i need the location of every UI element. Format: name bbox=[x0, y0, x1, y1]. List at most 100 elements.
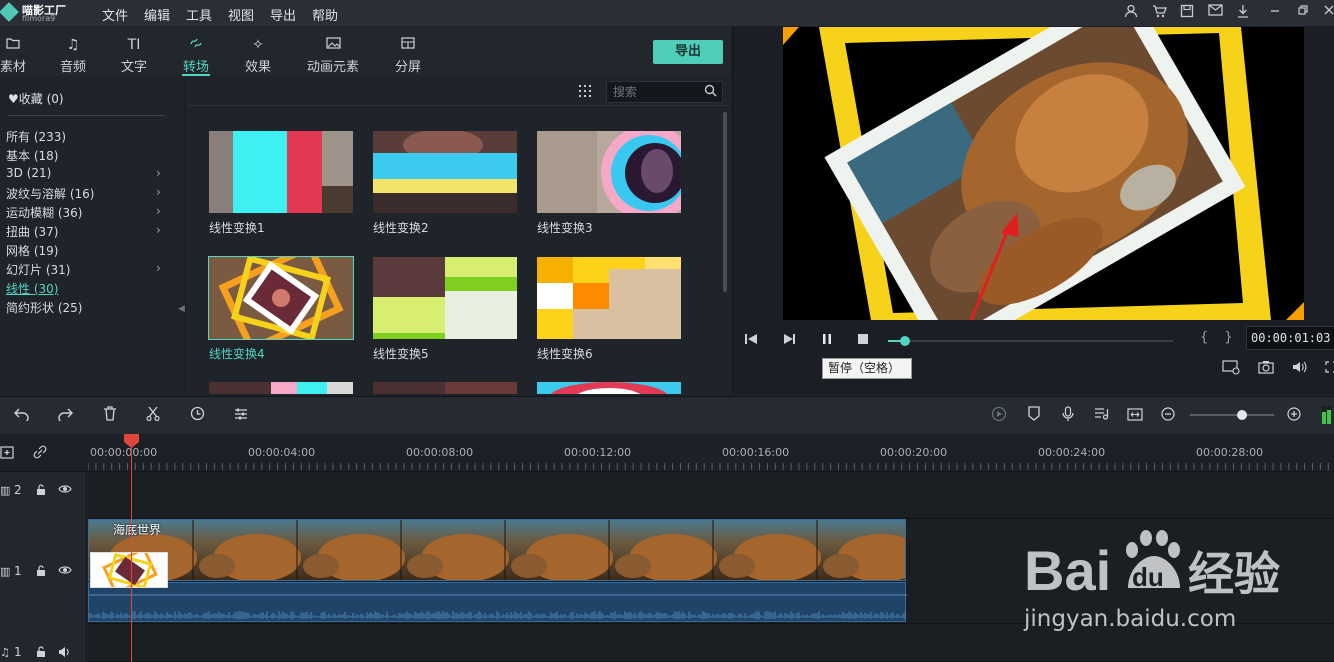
speed-icon[interactable] bbox=[187, 406, 207, 426]
category-item[interactable]: 3D (21) bbox=[6, 166, 51, 180]
export-button[interactable]: 导出 bbox=[653, 40, 723, 64]
transition-label[interactable]: 线性变换2 bbox=[373, 219, 429, 236]
fit-timeline-icon[interactable] bbox=[1125, 406, 1145, 426]
minimize-icon[interactable] bbox=[1266, 4, 1284, 22]
menu-help[interactable]: 帮助 bbox=[312, 5, 338, 24]
marker-icon[interactable] bbox=[1024, 406, 1044, 426]
prev-frame-icon[interactable] bbox=[744, 332, 758, 350]
video-clip[interactable] bbox=[88, 519, 906, 581]
category-item[interactable]: 基本 (18) bbox=[6, 147, 58, 164]
tab-effects[interactable]: ✧ 效果 bbox=[240, 26, 276, 76]
speaker-icon[interactable] bbox=[58, 646, 72, 661]
search-input[interactable] bbox=[613, 84, 701, 100]
category-item[interactable]: 波纹与溶解 (16) bbox=[6, 185, 94, 202]
progress-handle[interactable] bbox=[900, 336, 910, 346]
microphone-icon[interactable] bbox=[1058, 406, 1078, 426]
transition-label[interactable]: 线性变换3 bbox=[537, 219, 593, 236]
transition-label-active[interactable]: 线性变换4 bbox=[209, 345, 265, 362]
delete-icon[interactable] bbox=[100, 406, 120, 426]
track-video-2[interactable] bbox=[88, 472, 1334, 519]
menu-edit[interactable]: 编辑 bbox=[144, 5, 170, 24]
zoom-slider-track[interactable] bbox=[1190, 414, 1274, 416]
mail-icon[interactable] bbox=[1206, 4, 1224, 22]
pause-icon[interactable] bbox=[820, 332, 834, 350]
fullscreen-icon[interactable] bbox=[1322, 360, 1334, 376]
volume-icon[interactable] bbox=[1291, 360, 1309, 376]
zoom-in-icon[interactable] bbox=[1284, 406, 1304, 426]
transition-label[interactable]: 线性变换1 bbox=[209, 219, 265, 236]
progress-track[interactable] bbox=[888, 340, 1173, 342]
restore-icon[interactable] bbox=[1294, 4, 1312, 22]
cut-icon[interactable] bbox=[143, 406, 163, 426]
stop-icon[interactable] bbox=[856, 332, 870, 350]
transition-thumb-5[interactable] bbox=[373, 257, 517, 339]
tab-elements[interactable]: 动画元素 bbox=[304, 26, 362, 76]
favorites-item[interactable]: ♥收藏 (0) bbox=[8, 90, 64, 107]
transition-thumb-4[interactable] bbox=[208, 256, 354, 340]
lock-icon[interactable] bbox=[36, 565, 46, 580]
menu-view[interactable]: 视图 bbox=[228, 5, 254, 24]
eye-icon[interactable] bbox=[58, 484, 72, 497]
search-box[interactable] bbox=[606, 81, 723, 103]
collapse-panel-icon[interactable]: ◀ bbox=[178, 304, 185, 314]
tab-split-screen[interactable]: 分屏 bbox=[390, 26, 426, 76]
category-item[interactable]: 运动模糊 (36) bbox=[6, 204, 82, 221]
eye-icon[interactable] bbox=[58, 565, 72, 578]
zoom-slider-handle[interactable] bbox=[1237, 410, 1247, 420]
adjust-icon[interactable] bbox=[231, 406, 251, 426]
search-icon[interactable] bbox=[704, 84, 718, 98]
chevron-right-icon[interactable]: › bbox=[156, 185, 161, 199]
category-item[interactable]: 扭曲 (37) bbox=[6, 223, 58, 240]
tab-audio-label: 音频 bbox=[59, 60, 86, 75]
tab-media[interactable]: 素材 bbox=[0, 26, 30, 76]
transition-thumb-7[interactable] bbox=[209, 382, 353, 394]
transition-thumb-8[interactable] bbox=[373, 382, 517, 394]
download-icon[interactable] bbox=[1234, 4, 1252, 22]
transition-thumb-6[interactable] bbox=[537, 257, 681, 339]
category-item[interactable]: 简约形状 (25) bbox=[6, 299, 82, 316]
menu-tools[interactable]: 工具 bbox=[186, 5, 212, 24]
mark-in-out-icon[interactable]: { } bbox=[1200, 330, 1239, 345]
user-icon[interactable] bbox=[1122, 4, 1140, 22]
playhead-handle[interactable] bbox=[124, 434, 139, 448]
playhead-line[interactable] bbox=[131, 446, 132, 662]
lock-icon[interactable] bbox=[36, 484, 46, 499]
transition-thumb-1[interactable] bbox=[209, 131, 353, 213]
transition-thumb-9[interactable] bbox=[537, 382, 681, 394]
chevron-right-icon[interactable]: › bbox=[156, 261, 161, 275]
transition-thumb-2[interactable] bbox=[373, 131, 517, 213]
menu-export[interactable]: 导出 bbox=[270, 5, 296, 24]
undo-icon[interactable] bbox=[12, 406, 32, 426]
add-track-icon[interactable] bbox=[0, 444, 16, 463]
link-icon[interactable] bbox=[32, 444, 48, 463]
menu-file[interactable]: 文件 bbox=[102, 5, 128, 24]
tab-text[interactable]: TI 文字 bbox=[116, 26, 152, 76]
zoom-out-icon[interactable] bbox=[1158, 406, 1178, 426]
cart-icon[interactable] bbox=[1150, 4, 1168, 22]
tab-transitions[interactable]: 转场 bbox=[176, 26, 216, 76]
chevron-right-icon[interactable]: › bbox=[156, 204, 161, 218]
grid-view-icon[interactable] bbox=[578, 84, 592, 98]
redo-icon[interactable] bbox=[55, 406, 75, 426]
transition-label[interactable]: 线性变换5 bbox=[373, 345, 429, 362]
chevron-right-icon[interactable]: › bbox=[156, 166, 161, 180]
transition-thumb-3[interactable] bbox=[537, 131, 681, 213]
lock-icon[interactable] bbox=[36, 646, 46, 661]
transition-on-timeline[interactable] bbox=[90, 552, 168, 588]
category-item[interactable]: 网格 (19) bbox=[6, 242, 58, 259]
close-icon[interactable] bbox=[1320, 4, 1334, 22]
render-preview-icon[interactable] bbox=[989, 406, 1009, 426]
audio-clip[interactable] bbox=[88, 582, 907, 622]
next-frame-icon[interactable] bbox=[782, 332, 796, 350]
transition-label[interactable]: 线性变换6 bbox=[537, 345, 593, 362]
grid-scrollbar[interactable] bbox=[723, 112, 727, 292]
display-settings-icon[interactable] bbox=[1222, 360, 1240, 376]
tab-audio[interactable]: ♫ 音频 bbox=[55, 26, 91, 76]
save-icon[interactable] bbox=[1178, 4, 1196, 22]
category-item[interactable]: 幻灯片 (31) bbox=[6, 261, 70, 278]
audio-mixer-icon[interactable] bbox=[1091, 406, 1111, 426]
category-item-active[interactable]: 线性 (30) bbox=[6, 280, 58, 297]
category-item[interactable]: 所有 (233) bbox=[6, 128, 66, 145]
chevron-right-icon[interactable]: › bbox=[156, 223, 161, 237]
snapshot-icon[interactable] bbox=[1257, 360, 1275, 376]
